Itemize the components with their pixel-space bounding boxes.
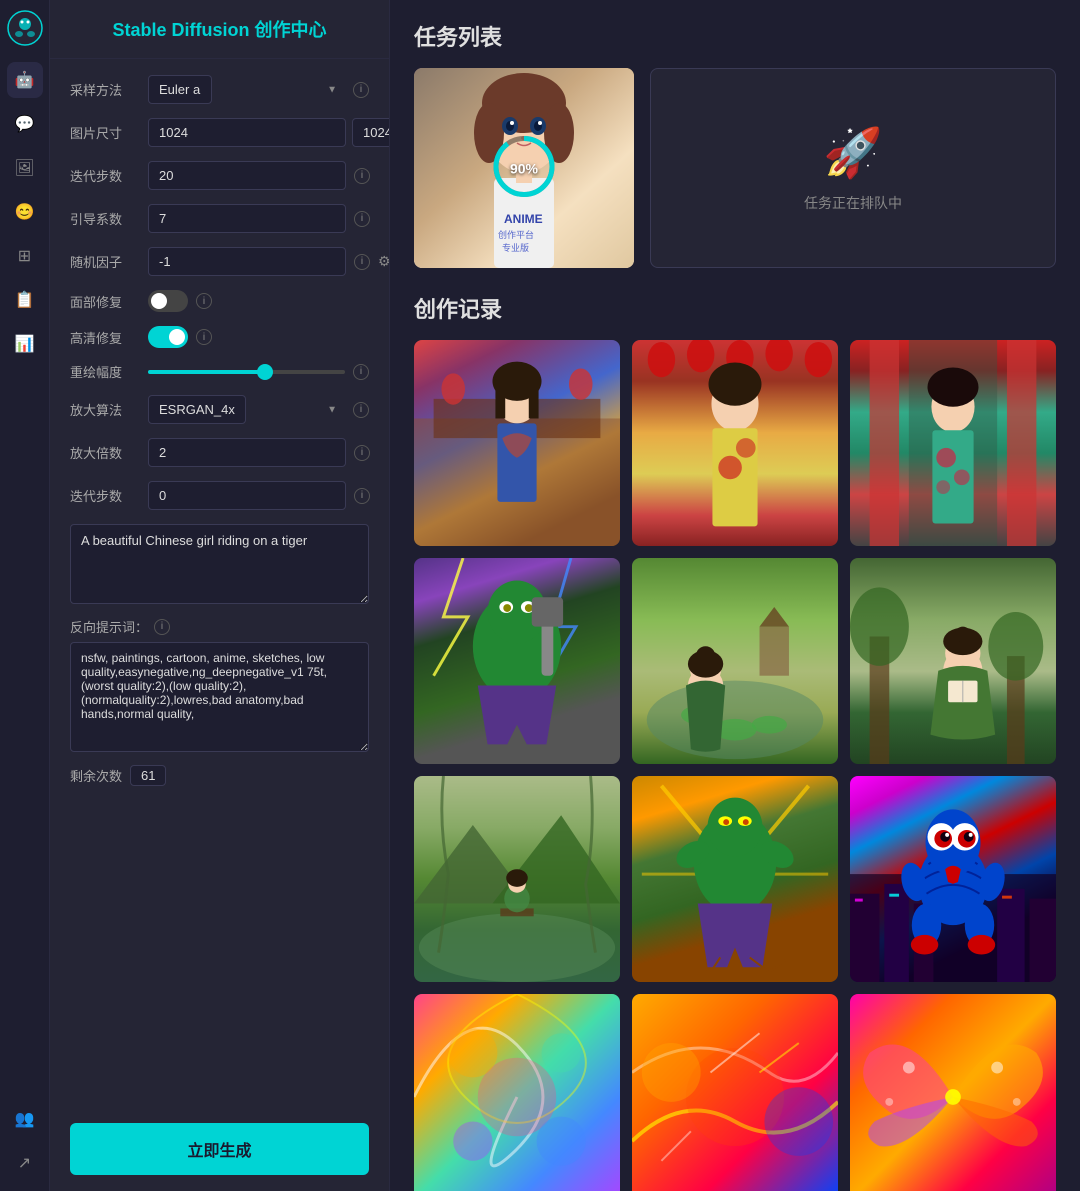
gallery-item-1[interactable] xyxy=(414,340,620,546)
gallery-item-2[interactable] xyxy=(632,340,838,546)
face-restore-label: 面部修复 xyxy=(70,292,140,311)
random-seed-input[interactable] xyxy=(148,247,346,276)
nav-image-icon[interactable]: 🖼 xyxy=(7,150,43,186)
main-content: 任务列表 xyxy=(390,0,1080,1191)
creation-record-title: 创作记录 xyxy=(414,292,1056,324)
guidance-scale-row: 引导系数 i xyxy=(70,204,369,233)
nav-clipboard-icon[interactable]: 📋 xyxy=(7,282,43,318)
svg-text:专业版: 专业版 xyxy=(502,242,529,253)
app-logo xyxy=(7,10,43,46)
queued-task-card: 🚀 任务正在排队中 xyxy=(650,68,1056,268)
gallery-grid xyxy=(414,340,1056,1191)
redraw-amplitude-info-icon[interactable]: i xyxy=(353,364,369,380)
nav-share-icon[interactable]: ↗ xyxy=(7,1145,43,1181)
svg-text:ANIME: ANIME xyxy=(504,212,543,226)
prompt-textarea[interactable]: A beautiful Chinese girl riding on a tig… xyxy=(70,524,369,604)
generate-button[interactable]: 立即生成 xyxy=(70,1123,369,1175)
queued-text: 任务正在排队中 xyxy=(804,193,902,213)
gallery-item-4[interactable] xyxy=(414,558,620,764)
image-size-row: 图片尺寸 xyxy=(70,118,369,147)
generating-task-card[interactable]: ANIME 创作平台 专业版 90% xyxy=(414,68,634,268)
upscale-steps-label: 迭代步数 xyxy=(70,486,140,505)
nav-chat-icon[interactable]: 💬 xyxy=(7,106,43,142)
upscale-method-info-icon[interactable]: i xyxy=(353,402,369,418)
image-size-label: 图片尺寸 xyxy=(70,123,140,142)
svg-text:创作平台: 创作平台 xyxy=(498,229,534,240)
image-height-input[interactable] xyxy=(352,118,389,147)
gallery-item-8[interactable] xyxy=(632,776,838,982)
upscale-steps-row: 迭代步数 i xyxy=(70,481,369,510)
random-seed-gear-icon[interactable]: ⚙ xyxy=(378,253,389,270)
sampling-method-info-icon[interactable]: i xyxy=(353,82,369,98)
sampling-method-select[interactable]: Euler a Euler LMS DDIM xyxy=(148,75,212,104)
sampling-method-row: 采样方法 Euler a Euler LMS DDIM i xyxy=(70,75,369,104)
face-restore-toggle[interactable] xyxy=(148,290,188,312)
upscale-method-row: 放大算法 ESRGAN_4x Lanczos Nearest LDSR i xyxy=(70,395,369,424)
nav-people-icon[interactable]: 👥 xyxy=(7,1101,43,1137)
hd-restore-row: 高清修复 i xyxy=(70,326,369,348)
random-seed-row: 随机因子 i ⚙ xyxy=(70,247,369,276)
negative-prompt-textarea[interactable]: nsfw, paintings, cartoon, anime, sketche… xyxy=(70,642,369,752)
upscale-factor-input[interactable] xyxy=(148,438,346,467)
gallery-item-9[interactable] xyxy=(850,776,1056,982)
upscale-factor-info-icon[interactable]: i xyxy=(354,445,370,461)
rocket-icon: 🚀 xyxy=(823,124,883,181)
nav-grid-icon[interactable]: ⊞ xyxy=(7,238,43,274)
nav-robot-icon[interactable]: 🤖 xyxy=(7,62,43,98)
random-seed-label: 随机因子 xyxy=(70,252,140,271)
negative-prompt-info-icon[interactable]: i xyxy=(154,619,170,635)
hd-restore-toggle[interactable] xyxy=(148,326,188,348)
upscale-steps-input[interactable] xyxy=(148,481,346,510)
panel-title: Stable Diffusion 创作中心 xyxy=(50,0,389,59)
remaining-count-row: 剩余次数 61 xyxy=(70,765,369,786)
negative-prompt-label-row: 反向提示词： i xyxy=(70,617,369,636)
negative-prompt-label: 反向提示词： xyxy=(70,617,148,636)
random-seed-info-icon[interactable]: i xyxy=(354,254,370,270)
nav-chart-icon[interactable]: 📊 xyxy=(7,326,43,362)
task-list-row: ANIME 创作平台 专业版 90% 🚀 任务正在排队中 xyxy=(414,68,1056,268)
gallery-item-5[interactable] xyxy=(632,558,838,764)
gallery-item-11[interactable] xyxy=(632,994,838,1191)
remaining-badge: 61 xyxy=(130,765,166,786)
upscale-factor-row: 放大倍数 i xyxy=(70,438,369,467)
redraw-amplitude-row: 重绘幅度 i xyxy=(70,362,369,381)
nav-face-icon[interactable]: 😊 xyxy=(7,194,43,230)
upscale-method-select[interactable]: ESRGAN_4x Lanczos Nearest LDSR xyxy=(148,395,246,424)
iteration-steps-label: 迭代步数 xyxy=(70,166,140,185)
gallery-item-7[interactable] xyxy=(414,776,620,982)
guidance-scale-label: 引导系数 xyxy=(70,209,140,228)
navigation-bar: 🤖 💬 🖼 😊 ⊞ 📋 📊 👥 ↗ xyxy=(0,0,50,1191)
redraw-amplitude-slider[interactable] xyxy=(148,370,345,374)
progress-overlay: 90% xyxy=(489,132,559,205)
settings-panel: Stable Diffusion 创作中心 采样方法 Euler a Euler… xyxy=(50,0,390,1191)
hd-restore-info-icon[interactable]: i xyxy=(196,329,212,345)
guidance-scale-input[interactable] xyxy=(148,204,346,233)
image-width-input[interactable] xyxy=(148,118,346,147)
iteration-steps-input[interactable] xyxy=(148,161,346,190)
upscale-method-label: 放大算法 xyxy=(70,400,140,419)
guidance-scale-info-icon[interactable]: i xyxy=(354,211,370,227)
gallery-item-6[interactable] xyxy=(850,558,1056,764)
face-restore-row: 面部修复 i xyxy=(70,290,369,312)
gallery-item-10[interactable] xyxy=(414,994,620,1191)
hd-restore-label: 高清修复 xyxy=(70,328,140,347)
upscale-factor-label: 放大倍数 xyxy=(70,443,140,462)
upscale-steps-info-icon[interactable]: i xyxy=(354,488,370,504)
gallery-item-3[interactable] xyxy=(850,340,1056,546)
task-list-title: 任务列表 xyxy=(414,20,1056,52)
remaining-label: 剩余次数 xyxy=(70,766,122,785)
face-restore-info-icon[interactable]: i xyxy=(196,293,212,309)
iteration-steps-info-icon[interactable]: i xyxy=(354,168,370,184)
gallery-item-12[interactable] xyxy=(850,994,1056,1191)
iteration-steps-row: 迭代步数 i xyxy=(70,161,369,190)
redraw-amplitude-label: 重绘幅度 xyxy=(70,362,140,381)
progress-text: 90% xyxy=(510,160,538,176)
sampling-method-label: 采样方法 xyxy=(70,80,140,99)
